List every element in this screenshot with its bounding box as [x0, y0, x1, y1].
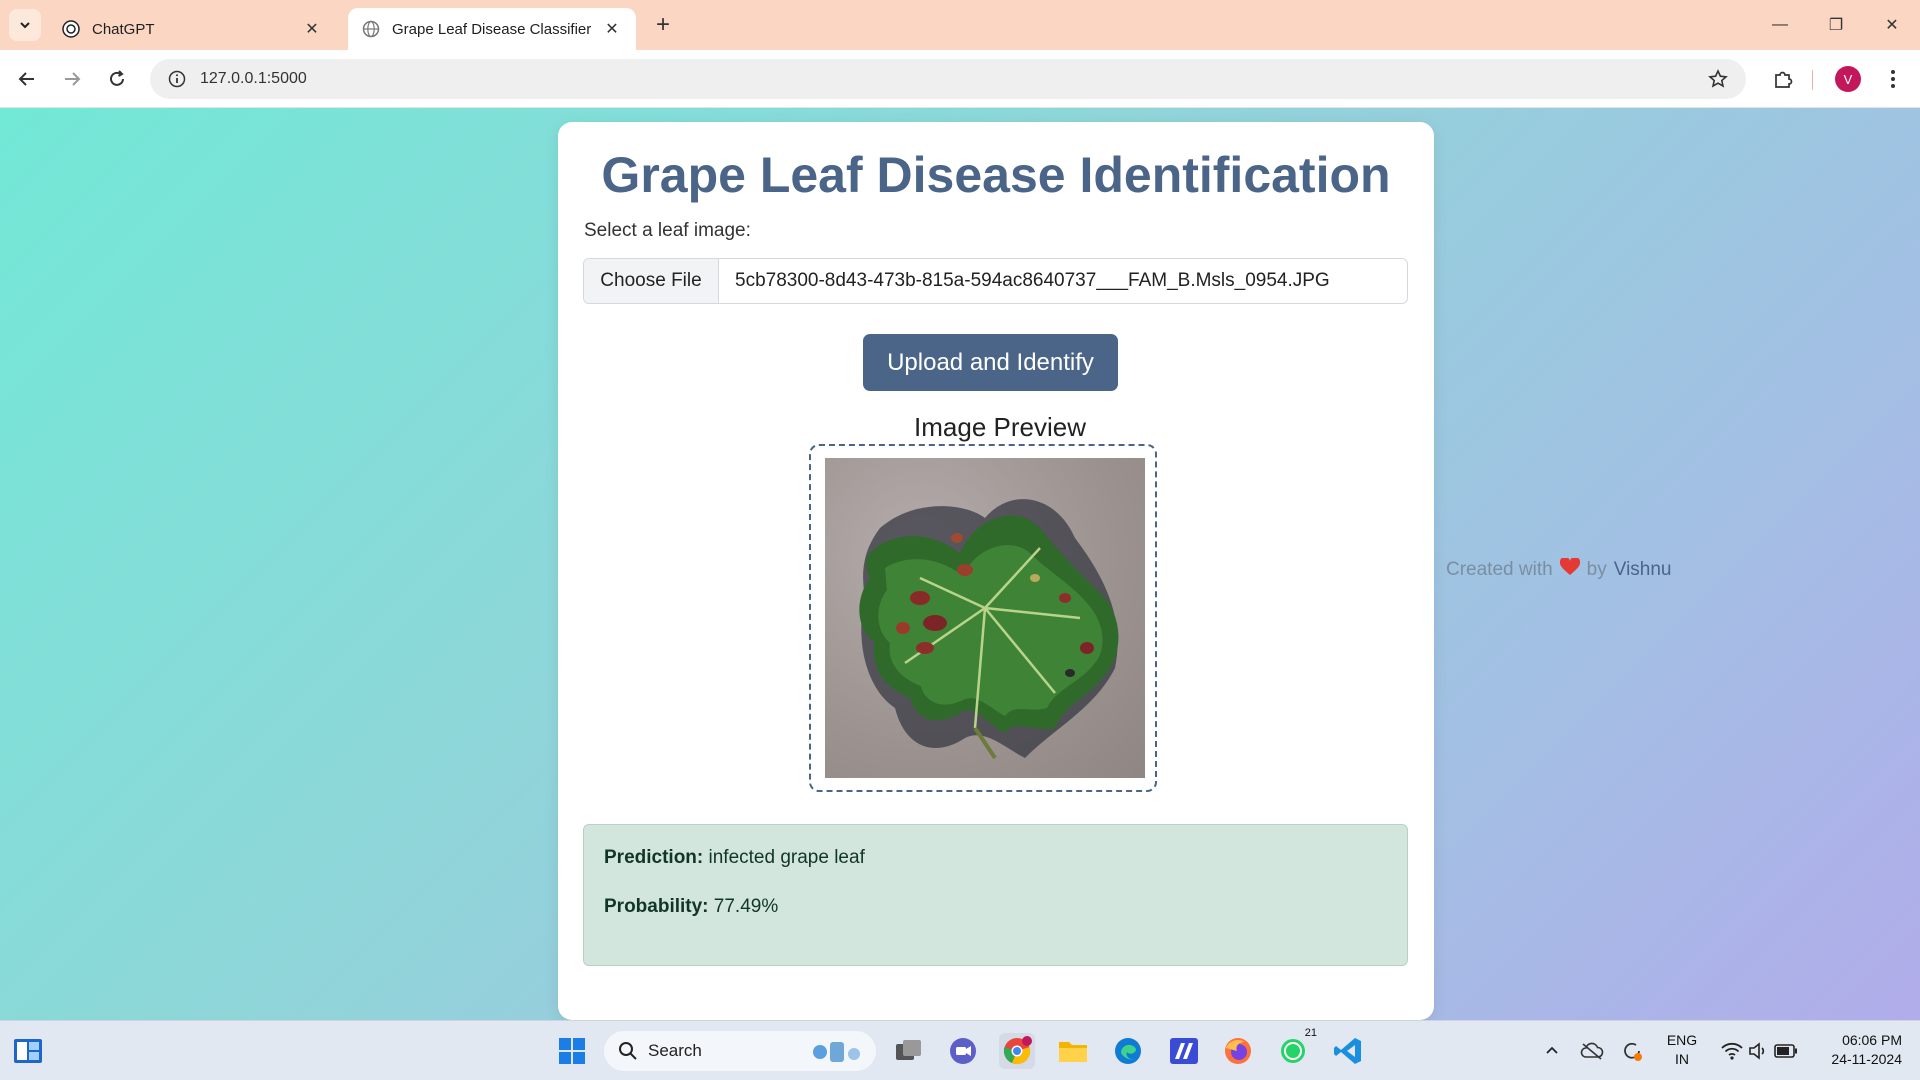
restore-icon[interactable]: ❐ — [1808, 0, 1864, 50]
bookmark-star-icon[interactable] — [1706, 67, 1730, 91]
arrow-right-icon — [65, 72, 81, 86]
prediction-label: Prediction: — [604, 847, 704, 868]
search-highlight-icon — [808, 1036, 868, 1066]
firefox-icon[interactable] — [1220, 1033, 1256, 1069]
tab-title: ChatGPT — [92, 20, 155, 38]
clock-time: 06:06 PM — [1842, 1032, 1902, 1048]
probability-label: Probability: — [604, 896, 709, 917]
taskbar-search[interactable]: Search — [604, 1031, 876, 1071]
tab-chatgpt[interactable]: ChatGPT ✕ — [48, 8, 336, 50]
more-vertical-icon — [1891, 70, 1895, 88]
language-indicator[interactable]: ENG IN — [1662, 1031, 1702, 1069]
image-preview-frame — [809, 444, 1157, 792]
credit-author-link[interactable]: Vishnu — [1614, 559, 1672, 581]
choose-file-button[interactable]: Choose File — [584, 259, 719, 303]
upload-and-identify-button[interactable]: Upload and Identify — [863, 334, 1118, 391]
search-icon — [619, 1042, 637, 1060]
credit-footer: Created with by Vishnu — [1446, 556, 1672, 582]
app-icon[interactable] — [1166, 1033, 1202, 1069]
back-button[interactable] — [10, 62, 44, 96]
page-title: Grape Leaf Disease Identification — [601, 147, 1391, 203]
info-icon[interactable] — [166, 68, 188, 90]
close-icon[interactable]: ✕ — [602, 19, 622, 39]
chevron-down-icon — [20, 22, 30, 29]
close-window-icon[interactable]: ✕ — [1864, 0, 1920, 50]
window-controls: — ❐ ✕ — [1752, 0, 1920, 50]
meet-icon[interactable] — [945, 1033, 981, 1069]
file-input[interactable]: Choose File 5cb78300-8d43-473b-815a-594a… — [583, 258, 1408, 304]
image-preview-title: Image Preview — [914, 412, 1086, 442]
page-viewport: Grape Leaf Disease Identification Select… — [0, 108, 1920, 1020]
puzzle-icon — [1775, 71, 1793, 88]
tab-grape-classifier[interactable]: Grape Leaf Disease Classifier ✕ — [348, 8, 636, 50]
tab-title: Grape Leaf Disease Classifier — [392, 20, 592, 38]
minimize-icon[interactable]: — — [1752, 0, 1808, 50]
start-windows-icon[interactable] — [554, 1033, 590, 1069]
chatgpt-icon — [62, 20, 80, 38]
close-icon[interactable]: ✕ — [302, 19, 322, 39]
battery-icon[interactable] — [1768, 1033, 1804, 1069]
chrome-icon[interactable] — [999, 1033, 1035, 1069]
prediction-result-box: Prediction: infected grape leaf Probabil… — [583, 824, 1408, 966]
forward-button[interactable] — [55, 62, 89, 96]
extensions-button[interactable] — [1768, 64, 1798, 94]
main-card: Grape Leaf Disease Identification Select… — [558, 122, 1434, 1020]
whatsapp-icon[interactable]: 21 — [1275, 1027, 1317, 1069]
prediction-value: infected grape leaf — [708, 847, 865, 868]
address-bar[interactable]: 127.0.0.1:5000 — [150, 59, 1746, 99]
windows-taskbar: Search 21 ENG IN 06:06 PM 24-11-2024 — [0, 1020, 1920, 1080]
avatar[interactable]: V — [1835, 66, 1861, 92]
reload-button[interactable] — [100, 62, 134, 96]
credit-by: by — [1586, 559, 1607, 580]
chevron-up-icon[interactable] — [1534, 1033, 1570, 1069]
arrow-left-icon — [18, 72, 34, 86]
search-label: Search — [648, 1041, 702, 1060]
cloud-offline-icon[interactable] — [1574, 1033, 1610, 1069]
reload-icon — [110, 70, 124, 86]
vscode-icon[interactable] — [1330, 1033, 1366, 1069]
region-code: IN — [1675, 1051, 1689, 1067]
selected-file-name: 5cb78300-8d43-473b-815a-594ac8640737___F… — [735, 270, 1330, 291]
leaf-preview-image — [825, 458, 1145, 778]
whatsapp-badge: 21 — [1304, 1027, 1317, 1039]
toolbar-divider — [1812, 70, 1813, 90]
language-code: ENG — [1666, 1032, 1698, 1048]
probability-value: 77.49% — [713, 896, 779, 917]
widgets-icon[interactable] — [10, 1033, 46, 1069]
browser-tab-bar: ChatGPT ✕ Grape Leaf Disease Classifier … — [0, 0, 1920, 50]
heart-icon — [1559, 556, 1580, 582]
url-text: 127.0.0.1:5000 — [200, 70, 307, 87]
prediction-line: Prediction: infected grape leaf — [604, 847, 1387, 869]
tab-search-button[interactable] — [9, 9, 41, 41]
file-explorer-icon[interactable] — [1055, 1033, 1091, 1069]
probability-line: Probability: 77.49% — [604, 896, 1387, 918]
sync-icon[interactable] — [1614, 1033, 1650, 1069]
file-input-label: Select a leaf image: — [584, 220, 751, 241]
credit-prefix: Created with — [1446, 559, 1553, 580]
task-view-icon[interactable] — [891, 1033, 927, 1069]
browser-toolbar: 127.0.0.1:5000 — [0, 50, 1920, 108]
browser-menu-button[interactable] — [1880, 64, 1906, 94]
edge-icon[interactable] — [1110, 1033, 1146, 1069]
clock-date: 24-11-2024 — [1831, 1051, 1902, 1067]
globe-icon — [362, 20, 380, 38]
clock[interactable]: 06:06 PM 24-11-2024 — [1812, 1031, 1902, 1069]
new-tab-button[interactable]: + — [650, 11, 676, 38]
